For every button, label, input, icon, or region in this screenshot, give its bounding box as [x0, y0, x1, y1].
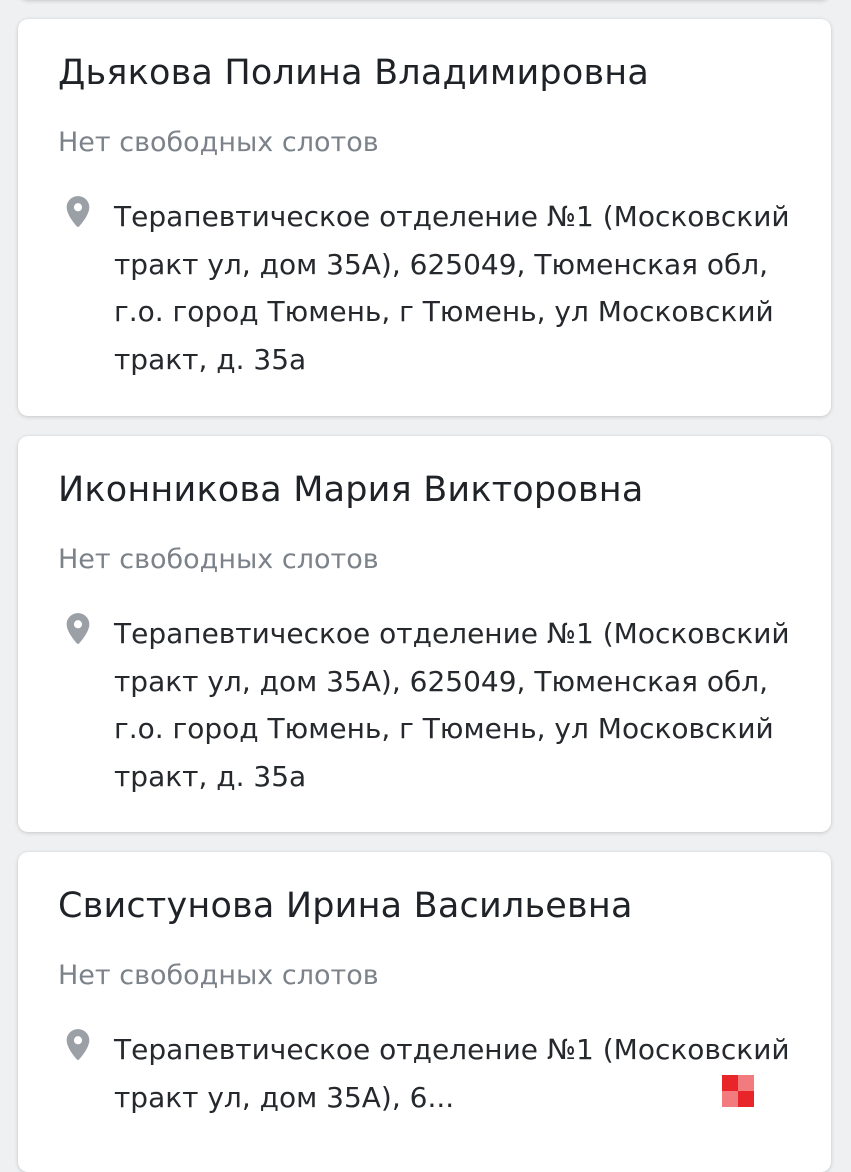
doctor-card[interactable]: Иконникова Мария Викторовна Нет свободны…	[18, 436, 831, 832]
slot-status: Нет свободных слотов	[58, 127, 379, 158]
slot-status: Нет свободных слотов	[58, 544, 379, 575]
address-text: Терапевтическое отделение №1 (Московский…	[114, 617, 790, 793]
doctor-name: Иконникова Мария Викторовна	[58, 470, 644, 510]
doctor-name: Дьякова Полина Владимировна	[58, 53, 650, 93]
doctor-card[interactable]: Дьякова Полина Владимировна Нет свободны…	[18, 19, 831, 416]
watermark-logo-icon	[722, 1075, 754, 1107]
map-pin-icon	[66, 196, 90, 227]
map-pin-icon	[66, 1029, 90, 1060]
address-text: Терапевтическое отделение №1 (Московский…	[114, 200, 790, 376]
map-pin-icon	[66, 613, 90, 644]
slot-status: Нет свободных слотов	[58, 960, 379, 991]
doctor-name: Свистунова Ирина Васильевна	[58, 886, 633, 926]
doctor-card[interactable]: Свистунова Ирина Васильевна Нет свободны…	[18, 852, 831, 1172]
